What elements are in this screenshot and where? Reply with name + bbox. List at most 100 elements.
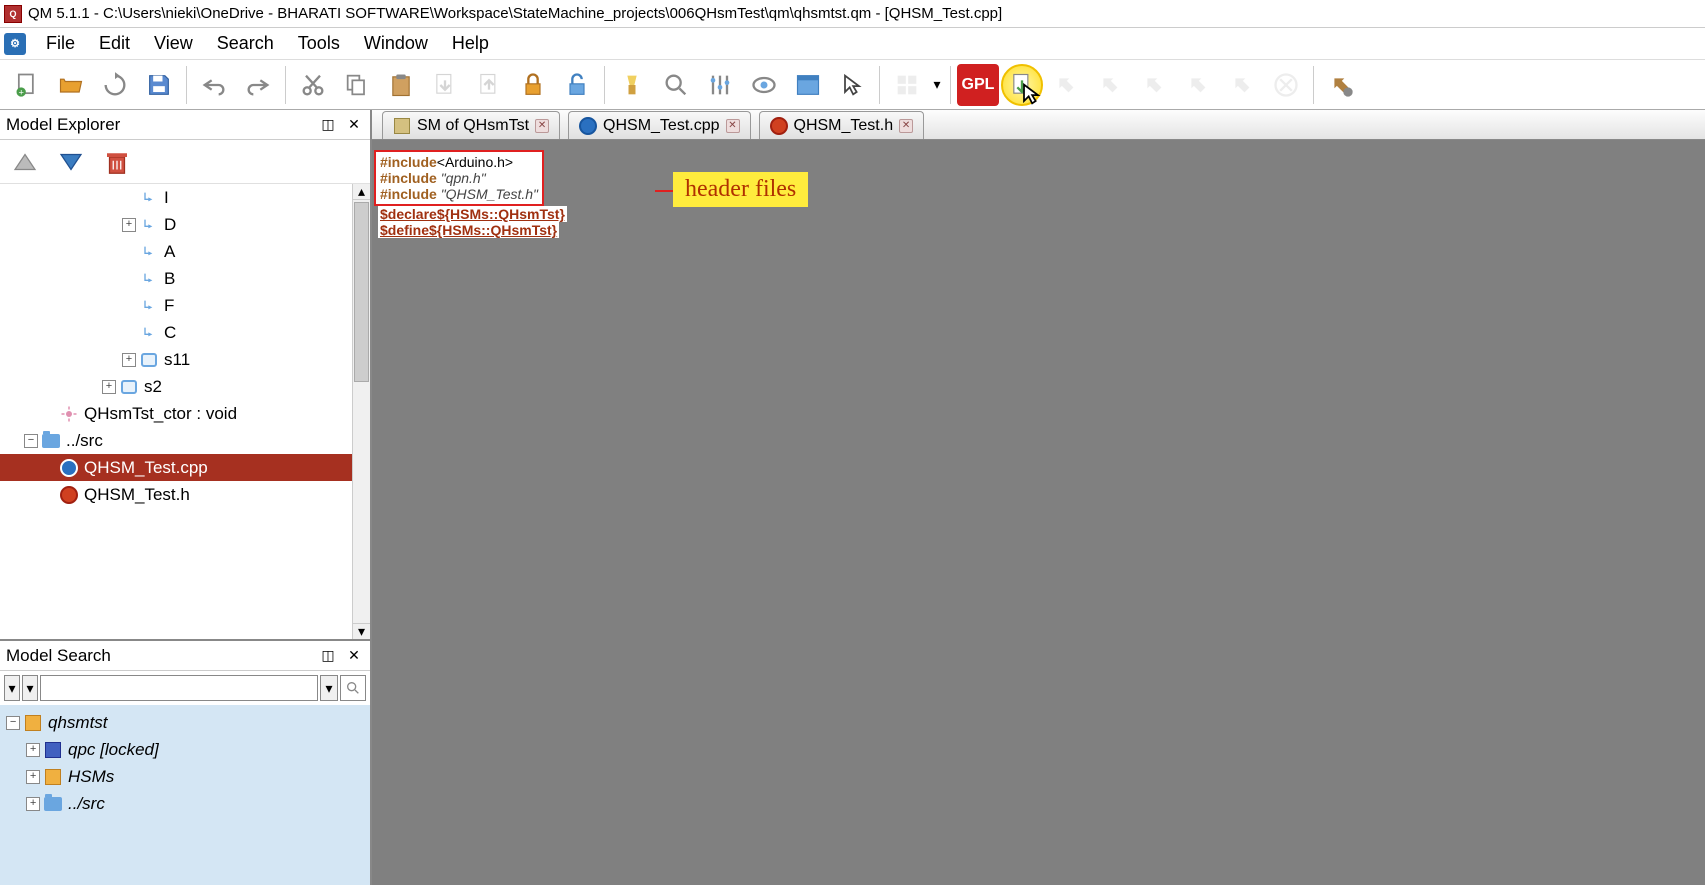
tab-close-icon[interactable]: ✕	[726, 119, 740, 133]
tree-item-c[interactable]: C	[0, 319, 370, 346]
svg-text:+: +	[18, 87, 23, 97]
open-button[interactable]	[50, 64, 92, 106]
tab-qhsm-test-h[interactable]: QHSM_Test.h✕	[759, 111, 925, 139]
new-button[interactable]: +	[6, 64, 48, 106]
tree-expander-icon[interactable]: +	[122, 218, 136, 232]
refresh-button[interactable]	[94, 64, 136, 106]
toolbar-separator	[1313, 66, 1314, 104]
tree-expander-icon[interactable]: +	[26, 797, 40, 811]
import-button[interactable]	[424, 64, 466, 106]
save-button[interactable]	[138, 64, 180, 106]
tree-expander-icon[interactable]: −	[6, 716, 20, 730]
copy-button[interactable]	[336, 64, 378, 106]
tool-settings-button[interactable]	[1320, 64, 1362, 106]
grid-dropdown[interactable]: ▾	[930, 76, 944, 93]
tree-item-s11[interactable]: +s11	[0, 346, 370, 373]
tab-bar: SM of QHsmTst✕QHSM_Test.cpp✕QHSM_Test.h✕	[372, 110, 1705, 140]
menu-edit[interactable]: Edit	[87, 29, 142, 58]
state-icon	[140, 351, 158, 369]
tree-item-i[interactable]: I	[0, 184, 370, 211]
search-tree[interactable]: −qhsmtst + qpc [locked] +HSMs+../src	[0, 705, 370, 885]
tree-item-qhsmtst-ctor---void[interactable]: QHsmTst_ctor : void	[0, 400, 370, 427]
generate-code-button[interactable]	[1001, 64, 1043, 106]
search-dropdown-icon[interactable]: ▾	[320, 675, 338, 701]
export-button[interactable]	[468, 64, 510, 106]
explorer-toolbar	[0, 140, 370, 184]
panel-close-icon[interactable]: ✕	[344, 115, 364, 135]
tree-item-a[interactable]: A	[0, 238, 370, 265]
app-icon: Q	[4, 5, 22, 23]
tree-item-f[interactable]: F	[0, 292, 370, 319]
search-input[interactable]	[40, 675, 318, 701]
undo-button[interactable]	[193, 64, 235, 106]
menu-window[interactable]: Window	[352, 29, 440, 58]
menu-search[interactable]: Search	[205, 29, 286, 58]
code-macro-define: $define${HSMs::QHsmTst}	[378, 222, 559, 238]
grid-button[interactable]	[886, 64, 928, 106]
build-button-1[interactable]	[1045, 64, 1087, 106]
search-go-button[interactable]	[340, 675, 366, 701]
editor-content[interactable]: #include<Arduino.h> #include "qpn.h" #in…	[372, 140, 1705, 885]
search-prev-icon[interactable]: ▾	[4, 675, 20, 701]
tree-item-s2[interactable]: + s2	[0, 373, 370, 400]
redo-button[interactable]	[237, 64, 279, 106]
settings-button[interactable]	[699, 64, 741, 106]
tree-item-qhsm-test-h[interactable]: QHSM_Test.h	[0, 481, 370, 508]
panel-button[interactable]	[787, 64, 829, 106]
tree-scrollbar[interactable]: ▴ ▾	[352, 184, 370, 639]
model-tree[interactable]: I+DABFC+s11+s2QHsmTst_ctor : void−../src…	[0, 184, 370, 639]
tree-item-label: QHSM_Test.h	[84, 485, 190, 505]
panel-restore-icon[interactable]: ◫	[318, 115, 338, 135]
cut-button[interactable]	[292, 64, 334, 106]
scroll-down-icon[interactable]: ▾	[353, 623, 370, 639]
zoom-button[interactable]	[655, 64, 697, 106]
search-item-qhsmtst[interactable]: −qhsmtst	[2, 709, 368, 736]
code-string: "qpn.h"	[441, 170, 486, 186]
tree-expander-icon[interactable]: −	[24, 434, 38, 448]
build-button-2[interactable]	[1089, 64, 1131, 106]
tree-item-qhsm-test-cpp[interactable]: QHSM_Test.cpp	[0, 454, 370, 481]
view-button[interactable]	[743, 64, 785, 106]
search-item-label: qpc [locked]	[68, 740, 159, 760]
delete-icon[interactable]	[98, 143, 136, 181]
tab-qhsm-test-cpp[interactable]: QHSM_Test.cpp✕	[568, 111, 750, 139]
search-next-icon[interactable]: ▾	[22, 675, 38, 701]
tree-expander-icon[interactable]: +	[102, 380, 116, 394]
scroll-up-icon[interactable]: ▴	[353, 184, 370, 200]
cancel-build-button[interactable]	[1265, 64, 1307, 106]
tab-sm-of-qhsmtst[interactable]: SM of QHsmTst ✕	[382, 111, 560, 139]
paste-button[interactable]	[380, 64, 422, 106]
gear-pink-icon	[60, 405, 78, 423]
tree-expander-icon[interactable]: +	[26, 770, 40, 784]
tree-item-d[interactable]: +D	[0, 211, 370, 238]
build-button-4[interactable]	[1177, 64, 1219, 106]
tree-item-label: s2	[144, 377, 162, 397]
search-item----src[interactable]: +../src	[2, 790, 368, 817]
tab-close-icon[interactable]: ✕	[535, 119, 549, 133]
menu-view[interactable]: View	[142, 29, 205, 58]
select-button[interactable]	[831, 64, 873, 106]
lock-button[interactable]	[512, 64, 554, 106]
tree-expander-icon[interactable]: +	[26, 743, 40, 757]
panel-restore-icon[interactable]: ◫	[318, 646, 338, 666]
tree-item-label: QHsmTst_ctor : void	[84, 404, 237, 424]
menu-tools[interactable]: Tools	[286, 29, 352, 58]
search-item-qpc--locked-[interactable]: + qpc [locked]	[2, 736, 368, 763]
clean-button[interactable]	[611, 64, 653, 106]
scroll-thumb[interactable]	[354, 202, 369, 382]
tree-expander-icon[interactable]: +	[122, 353, 136, 367]
tree-item-b[interactable]: B	[0, 265, 370, 292]
menu-file[interactable]: File	[34, 29, 87, 58]
panel-close-icon[interactable]: ✕	[344, 646, 364, 666]
tree-item----src[interactable]: −../src	[0, 427, 370, 454]
nav-up-icon[interactable]	[6, 143, 44, 181]
nav-down-icon[interactable]	[52, 143, 90, 181]
tab-close-icon[interactable]: ✕	[899, 119, 913, 133]
build-button-3[interactable]	[1133, 64, 1175, 106]
build-button-5[interactable]	[1221, 64, 1263, 106]
search-item-hsms[interactable]: +HSMs	[2, 763, 368, 790]
unlock-button[interactable]	[556, 64, 598, 106]
tab-label: SM of QHsmTst	[417, 117, 529, 135]
menu-help[interactable]: Help	[440, 29, 501, 58]
gpl-button[interactable]: GPL	[957, 64, 999, 106]
